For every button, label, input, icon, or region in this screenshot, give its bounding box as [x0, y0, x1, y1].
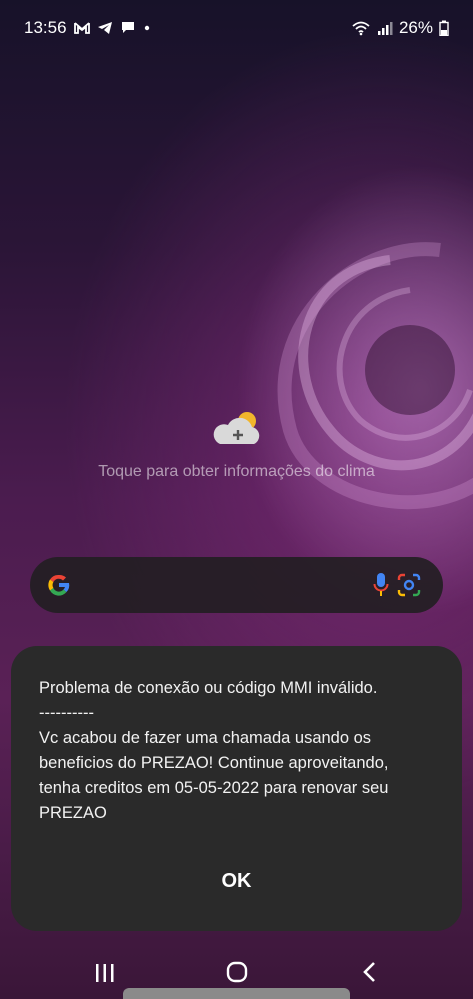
home-icon[interactable] [217, 958, 257, 988]
ok-button[interactable]: OK [11, 870, 462, 893]
back-icon[interactable] [350, 958, 390, 988]
status-bar: 13:56 26% [0, 0, 473, 56]
weather-prompt: Toque para obter informações do clima [98, 463, 375, 480]
dialog-line-error: Problema de conexão ou código MMI inváli… [39, 679, 378, 697]
microphone-icon[interactable] [373, 572, 389, 598]
gmail-icon [73, 22, 90, 34]
recent-apps-icon[interactable] [85, 958, 125, 988]
weather-add-cloud-icon [213, 412, 259, 444]
mmi-result-dialog: Problema de conexão ou código MMI inváli… [11, 646, 462, 931]
lens-camera-icon[interactable] [396, 572, 422, 598]
google-logo-icon [48, 574, 70, 596]
telegram-icon [97, 22, 112, 34]
wifi-icon [352, 21, 370, 36]
messages-icon [121, 22, 134, 33]
battery-icon [439, 20, 449, 36]
clock: 13:56 [24, 18, 67, 37]
wallpaper-swirl [277, 242, 473, 510]
battery-percent: 26% [398, 18, 433, 37]
gesture-handle [123, 988, 350, 999]
dialog-line-info: Vc acabou de fazer uma chamada usando os… [39, 729, 389, 822]
google-search-bar[interactable] [30, 557, 443, 613]
weather-widget[interactable]: Toque para obter informações do clima [0, 408, 473, 481]
dialog-separator: ---------- [39, 704, 94, 722]
dialog-message: Problema de conexão ou código MMI inváli… [39, 676, 434, 826]
dot-icon [144, 25, 149, 31]
signal-icon [377, 22, 393, 35]
